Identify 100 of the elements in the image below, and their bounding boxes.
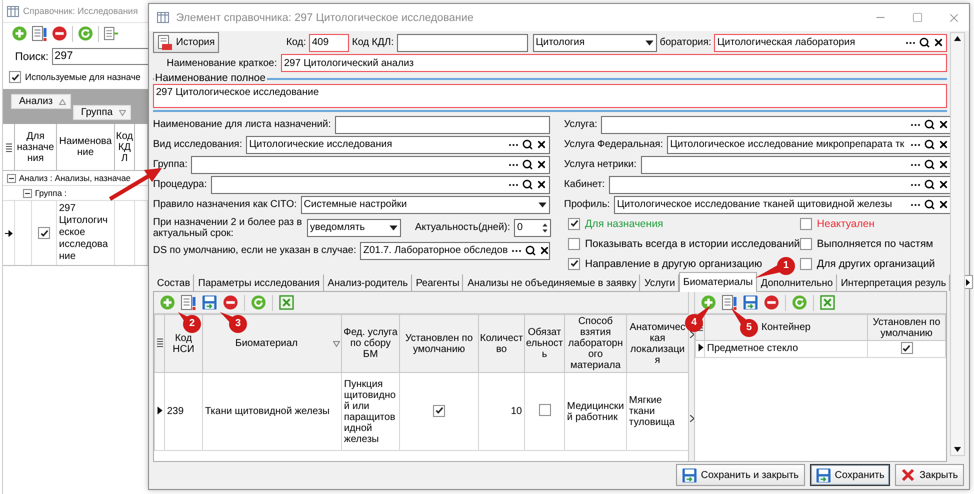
clear-icon[interactable] (938, 179, 949, 190)
lookup-field[interactable] (640, 156, 952, 174)
lookup-field[interactable]: Цитологическое исследование микропрепарата тк (667, 136, 952, 154)
save-button[interactable]: Сохранить (810, 464, 890, 486)
tab[interactable]: Реагенты (412, 274, 464, 291)
search-icon[interactable] (524, 245, 536, 256)
list-icon[interactable] (104, 26, 119, 41)
edit-document-icon[interactable] (32, 26, 47, 42)
clear-icon[interactable] (938, 159, 949, 170)
search-icon[interactable] (924, 139, 935, 150)
scroll-up-icon[interactable] (954, 36, 961, 41)
tab[interactable]: Биоматериалы (679, 272, 757, 292)
column-header[interactable]: Установлен по умолчанию (868, 314, 946, 340)
tab[interactable]: Анализ-родитель (324, 274, 412, 291)
dropdown[interactable]: уведомлять (307, 218, 401, 236)
input-field[interactable] (334, 116, 550, 134)
lookup-field[interactable]: Цитологическое исследование тканей щитовидной железы (614, 196, 952, 214)
column-header[interactable]: Анатомическая локализация (626, 314, 688, 372)
refresh-icon[interactable] (251, 295, 266, 310)
add-icon[interactable] (701, 295, 716, 310)
search-icon[interactable] (924, 199, 935, 210)
lookup-field[interactable] (608, 176, 952, 194)
number-field[interactable]: 0 (514, 218, 552, 236)
lookup-field[interactable] (601, 116, 952, 134)
save-icon[interactable] (202, 295, 217, 310)
checkbox[interactable] (800, 218, 812, 230)
caret-icon[interactable] (389, 224, 398, 230)
checkbox[interactable] (568, 218, 580, 230)
save-icon[interactable] (743, 295, 758, 310)
delete-icon[interactable] (52, 26, 67, 41)
column-header[interactable]: Обязательность (524, 314, 564, 372)
input-field[interactable]: 297 Цитологический анализ (281, 54, 947, 72)
column-header[interactable]: Способ взятия лабораторного материала (564, 314, 626, 372)
column-header[interactable]: Установлен по умолчанию (400, 314, 478, 372)
search-icon[interactable] (919, 37, 930, 48)
search-icon[interactable] (924, 179, 935, 190)
close-button[interactable]: Закрыть (895, 464, 964, 486)
refresh-icon[interactable] (792, 295, 807, 310)
tab[interactable]: Параметры исследования (194, 274, 324, 291)
checkbox[interactable] (38, 227, 50, 239)
search-icon[interactable] (522, 159, 533, 170)
lookup-field[interactable]: Цитологические исследования (246, 136, 550, 154)
dropdown[interactable]: Цитология (532, 34, 657, 52)
caret-icon[interactable] (644, 40, 654, 46)
column-header[interactable]: Для назначения (15, 124, 57, 170)
delete-icon[interactable] (223, 295, 238, 310)
splitter-bar[interactable] (688, 292, 695, 461)
clear-icon[interactable] (536, 159, 547, 170)
chevron-right-icon[interactable] (690, 415, 694, 422)
sort-up-icon[interactable] (59, 98, 66, 104)
text-area[interactable]: 297 Цитологическое исследование (153, 84, 947, 108)
lookup-field[interactable] (191, 156, 550, 174)
group-by-chip[interactable]: Группа (73, 105, 131, 120)
checkbox[interactable] (433, 404, 445, 417)
checkbox[interactable] (900, 342, 912, 354)
checkbox[interactable] (800, 238, 812, 250)
column-header[interactable]: Количество (478, 314, 524, 372)
search-icon[interactable] (924, 159, 935, 170)
chevron-right-icon[interactable] (690, 330, 694, 338)
clear-icon[interactable] (938, 119, 949, 130)
lookup-field[interactable]: Цитологическая лаборатория (714, 34, 947, 52)
checkbox[interactable] (538, 404, 550, 416)
lookup-field[interactable] (210, 176, 550, 194)
collapse-icon[interactable] (7, 174, 16, 182)
filter-icon[interactable] (333, 340, 340, 346)
search-icon[interactable] (522, 179, 533, 190)
spin-arrows-icon[interactable] (542, 222, 548, 234)
export-icon[interactable] (279, 295, 294, 310)
clear-icon[interactable] (536, 139, 547, 150)
tab[interactable]: Анализы не объединяемые в заявку (463, 274, 640, 291)
column-chooser-icon[interactable] (156, 338, 162, 346)
filter-icon[interactable] (119, 110, 126, 116)
scroll-down-icon[interactable] (954, 447, 961, 452)
collapse-icon[interactable] (23, 188, 32, 198)
checkbox[interactable] (9, 71, 21, 83)
search-icon[interactable] (522, 139, 533, 150)
dropdown[interactable]: Системные настройки (300, 196, 550, 214)
checkbox[interactable] (568, 258, 580, 270)
export-icon[interactable] (820, 295, 835, 310)
edit-document-icon[interactable] (181, 294, 196, 310)
refresh-icon[interactable] (78, 26, 93, 41)
caret-icon[interactable] (538, 202, 547, 208)
search-field[interactable]: 297 (52, 48, 148, 65)
clear-icon[interactable] (938, 199, 949, 210)
delete-icon[interactable] (764, 295, 779, 310)
column-chooser-icon[interactable] (6, 142, 12, 152)
column-header[interactable]: Наименование (57, 124, 115, 170)
search-icon[interactable] (924, 119, 935, 130)
clear-icon[interactable] (536, 179, 547, 190)
vertical-scrollbar[interactable] (950, 32, 965, 456)
history-button[interactable]: История (153, 32, 219, 53)
edit-document-icon[interactable] (722, 294, 737, 310)
maximize-icon[interactable] (912, 12, 922, 23)
add-icon[interactable] (160, 295, 175, 310)
lookup-field[interactable]: Z01.7. Лабораторное обследов (360, 242, 550, 260)
group-by-chip[interactable]: Анализ (11, 94, 71, 109)
tab[interactable]: Состав (153, 274, 194, 291)
clear-icon[interactable] (538, 245, 550, 256)
clear-icon[interactable] (938, 139, 949, 150)
clear-icon[interactable] (933, 37, 944, 48)
